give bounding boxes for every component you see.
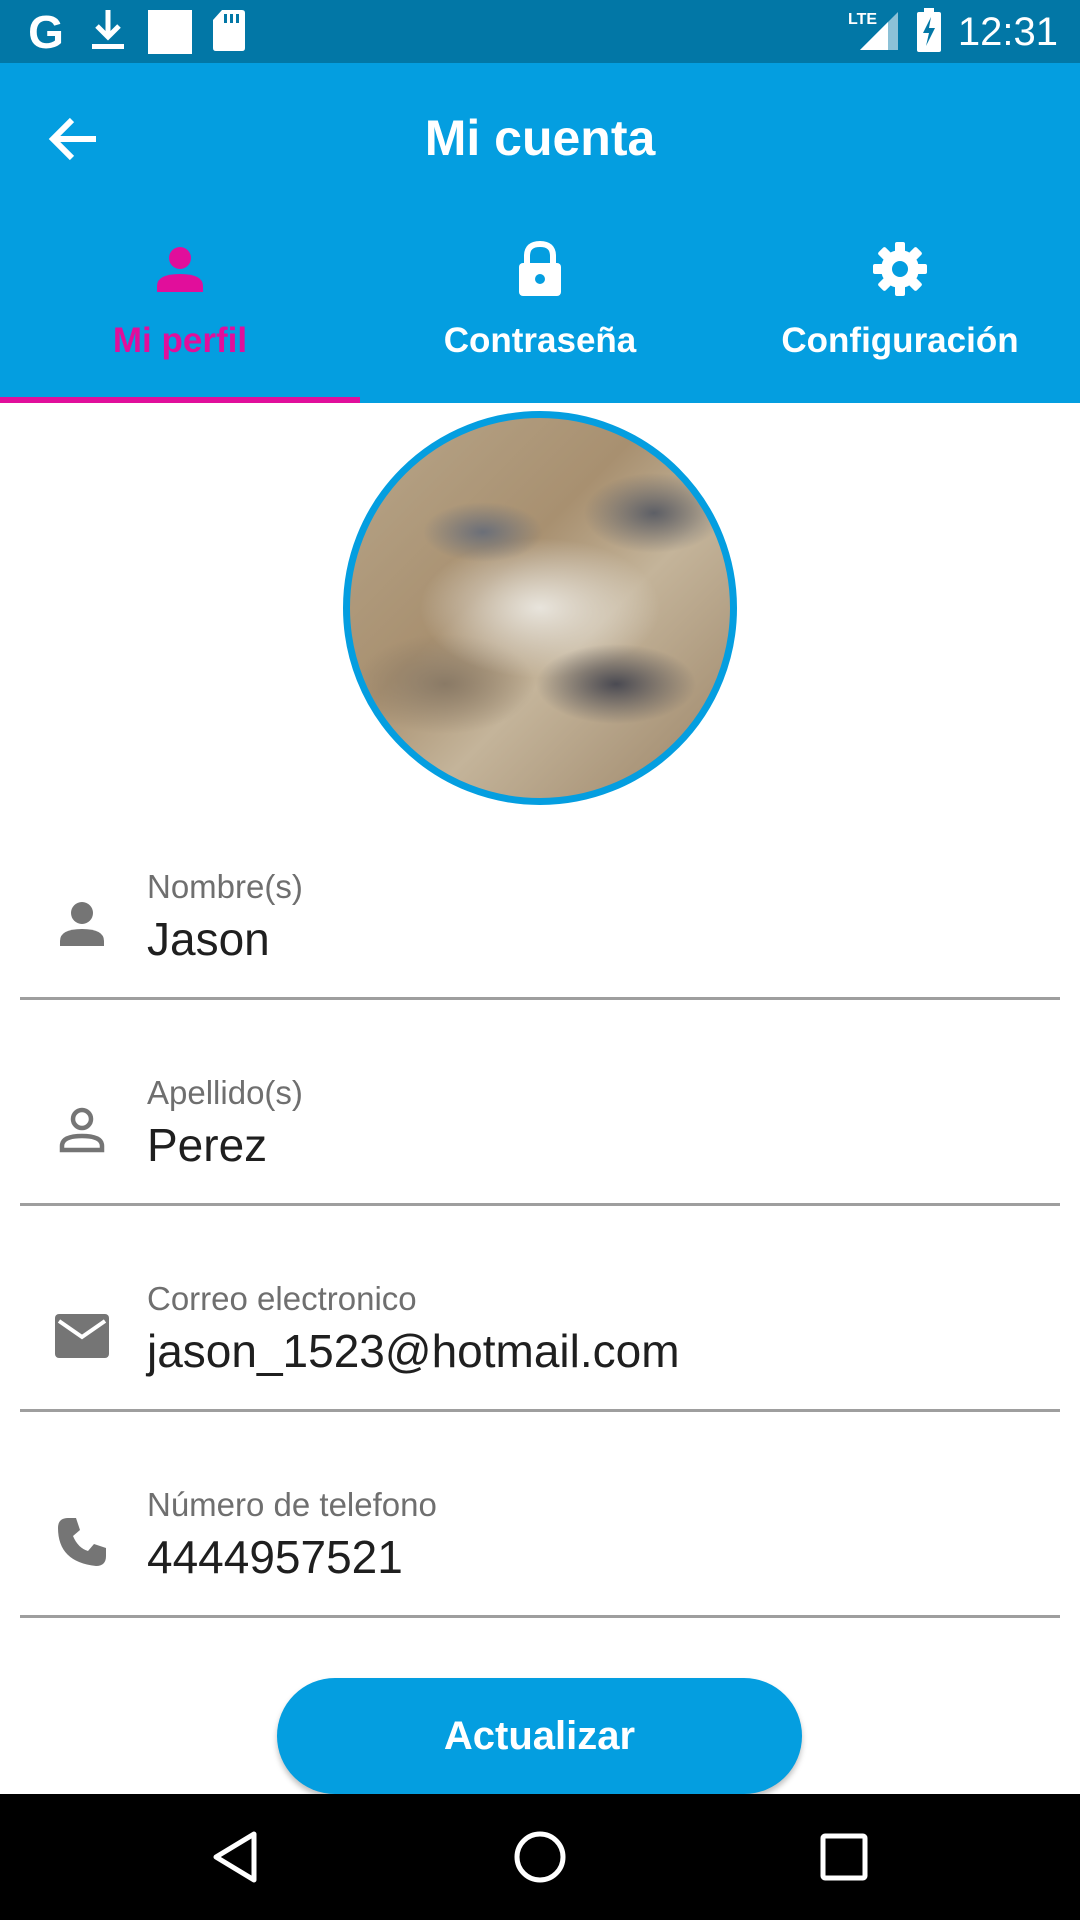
person-icon (148, 237, 212, 301)
phone-icon (50, 1510, 114, 1574)
field-underline (20, 997, 1060, 1000)
phone-value[interactable]: 4444957521 (147, 1530, 403, 1584)
nav-recents-button[interactable] (809, 1822, 879, 1892)
network-type-label: LTE (848, 11, 877, 28)
phone-label: Número de telefono (147, 1486, 437, 1523)
gear-icon (868, 237, 932, 301)
email-label: Correo electronico (147, 1280, 417, 1317)
back-triangle-icon (213, 1831, 257, 1883)
lock-icon (508, 237, 572, 301)
system-nav-bar (0, 1794, 1080, 1920)
first-name-label: Nombre(s) (147, 868, 303, 905)
battery-charging-icon (916, 7, 942, 57)
field-underline (20, 1203, 1060, 1206)
nav-home-button[interactable] (505, 1822, 575, 1892)
email-value[interactable]: jason_1523@hotmail.com (147, 1324, 680, 1378)
tab-bar: Mi perfil Contraseña Configuración (0, 231, 1080, 403)
tab-configuracion[interactable]: Configuración (720, 231, 1080, 403)
email-field[interactable]: Correo electronico jason_1523@hotmail.co… (20, 1258, 1060, 1464)
last-name-label: Apellido(s) (147, 1074, 303, 1111)
screen: G LTE 12:31 Mi cuenta Mi perfil Contrase… (0, 0, 1080, 1920)
recents-square-icon (820, 1833, 868, 1881)
nav-back-button[interactable] (200, 1822, 270, 1892)
first-name-value[interactable]: Jason (147, 912, 270, 966)
tab-mi-perfil[interactable]: Mi perfil (0, 231, 360, 403)
last-name-value[interactable]: Perez (147, 1118, 267, 1172)
mail-icon (50, 1304, 114, 1368)
person-icon (50, 892, 114, 956)
last-name-field[interactable]: Apellido(s) Perez (20, 1052, 1060, 1258)
first-name-field[interactable]: Nombre(s) Jason (20, 846, 1060, 1052)
status-bar: G LTE 12:31 (0, 0, 1080, 63)
download-icon (88, 8, 128, 57)
white-square-icon (148, 10, 192, 54)
home-circle-icon (514, 1831, 566, 1883)
field-underline (20, 1409, 1060, 1412)
tab-label-configuracion: Configuración (781, 321, 1019, 360)
profile-avatar[interactable] (343, 411, 737, 805)
google-icon: G (28, 6, 64, 58)
field-underline (20, 1615, 1060, 1618)
phone-field[interactable]: Número de telefono 4444957521 (20, 1464, 1060, 1670)
tab-label-mi-perfil: Mi perfil (112, 321, 248, 360)
person-outline-icon (50, 1098, 114, 1162)
status-time: 12:31 (957, 9, 1058, 54)
tab-label-contrasena: Contraseña (443, 321, 637, 360)
tab-active-indicator (0, 397, 360, 403)
status-right-icons: LTE 12:31 (848, 7, 1058, 57)
update-button[interactable]: Actualizar (277, 1678, 802, 1794)
sd-card-icon (212, 8, 246, 57)
page-title: Mi cuenta (424, 110, 656, 166)
signal-icon: LTE (848, 8, 900, 57)
tab-contrasena[interactable]: Contraseña (360, 231, 720, 403)
status-left-icons: G (24, 8, 246, 56)
app-bar: Mi cuenta Mi perfil Contraseña Configura… (0, 63, 1080, 403)
